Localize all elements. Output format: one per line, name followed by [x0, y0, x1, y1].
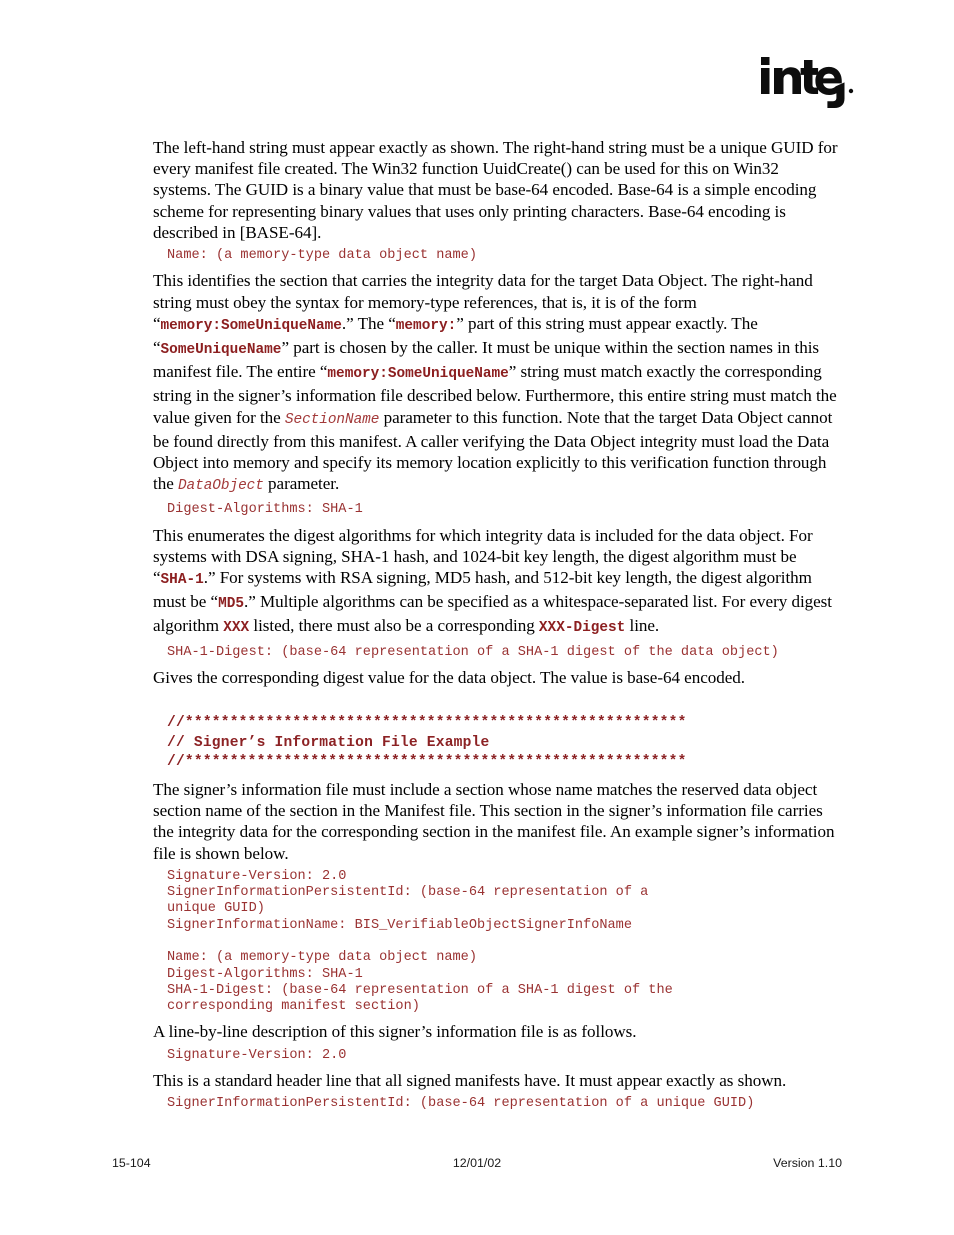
page-footer: 15-104 12/01/02 Version 1.10 — [112, 1156, 842, 1176]
footer-version: Version 1.10 — [773, 1156, 842, 1170]
inline-code-memory-someuniquename-2: memory:SomeUniqueName — [327, 366, 509, 383]
text-fragment: parameter. — [263, 474, 340, 494]
inline-code-sha-1: SHA-1 — [160, 572, 204, 589]
code-name-line: Name: (a memory-type data object name) — [167, 248, 477, 264]
text-fragment: listed, there must also be a correspondi… — [249, 616, 539, 636]
paragraph-left-hand-string: The left-hand string must appear exactly… — [153, 138, 838, 242]
code-digest-algorithms-line: Digest-Algorithms: SHA-1 — [167, 502, 363, 518]
inline-code-xxx-digest: XXX-Digest — [538, 620, 626, 637]
inline-code-sectionname-param: SectionName — [284, 411, 380, 428]
text-fragment: .” The “ — [341, 313, 396, 333]
inline-code-xxx: XXX — [223, 620, 250, 637]
code-banner-signers-information-file-example: //**************************************… — [167, 715, 687, 771]
paragraph-signer-information-file: The signer’s information file must inclu… — [153, 779, 835, 863]
inline-code-memory-prefix: memory: — [395, 317, 457, 334]
inline-code-someuniquename: SomeUniqueName — [160, 341, 282, 358]
code-signature-version-line: Signature-Version: 2.0 — [167, 1047, 347, 1063]
inline-code-md5: MD5 — [218, 596, 244, 613]
footer-date: 12/01/02 — [452, 1156, 502, 1170]
intel-logo — [759, 52, 859, 108]
paragraph-section-identification: This identifies the section that carries… — [153, 270, 838, 497]
paragraph-digest-algorithms: This enumerates the digest algorithms fo… — [153, 525, 838, 640]
inline-code-memory-someuniquename: memory:SomeUniqueName — [160, 317, 342, 334]
inline-code-dataobject-param: DataObject — [177, 478, 264, 495]
paragraph-digest-value: Gives the corresponding digest value for… — [153, 667, 745, 687]
code-signer-information-persistent-id-line: SignerInformationPersistentId: (base-64 … — [167, 1096, 755, 1112]
code-signer-information-file-example: Signature-Version: 2.0 SignerInformation… — [167, 868, 673, 1015]
document-page: The left-hand string must appear exactly… — [0, 0, 954, 1235]
paragraph-standard-header-line: This is a standard header line that all … — [153, 1070, 787, 1090]
code-sha-1-digest-line: SHA-1-Digest: (base-64 representation of… — [167, 644, 779, 660]
text-fragment: line. — [625, 616, 660, 636]
document-body: The left-hand string must appear exactly… — [153, 137, 838, 1118]
paragraph-line-by-line-description: A line-by-line description of this signe… — [153, 1022, 637, 1042]
